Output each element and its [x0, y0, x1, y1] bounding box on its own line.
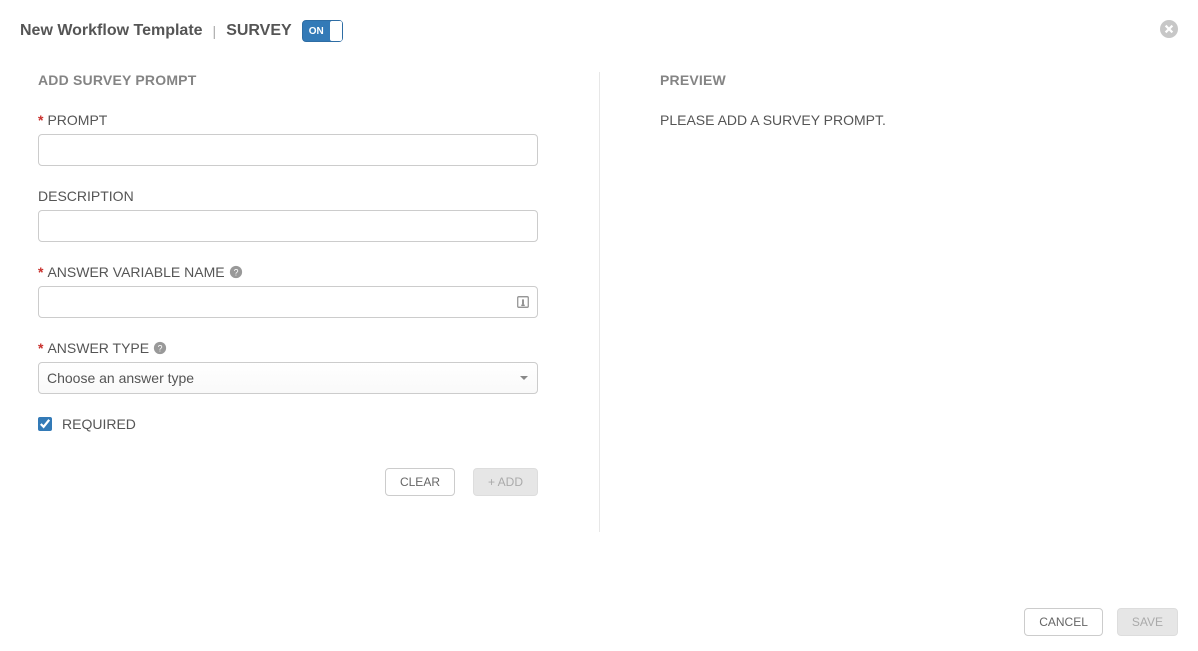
toggle-knob — [330, 21, 342, 41]
page-title: New Workflow Template — [20, 22, 203, 40]
prompt-field: * PROMPT — [38, 112, 559, 166]
answer-type-label: * ANSWER TYPE ? — [38, 340, 559, 356]
add-button[interactable]: + ADD — [473, 468, 538, 496]
form-column: ADD SURVEY PROMPT * PROMPT DESCRIPTION *… — [20, 72, 600, 532]
close-icon[interactable] — [1160, 20, 1178, 38]
help-icon[interactable]: ? — [229, 265, 243, 279]
svg-text:?: ? — [158, 344, 163, 354]
clear-button[interactable]: CLEAR — [385, 468, 455, 496]
footer-button-row: CANCEL SAVE — [1024, 608, 1178, 636]
required-checkbox[interactable] — [38, 417, 52, 431]
preview-empty-message: PLEASE ADD A SURVEY PROMPT. — [660, 112, 886, 128]
description-input[interactable] — [38, 210, 538, 242]
answer-type-field: * ANSWER TYPE ? Choose an answer type — [38, 340, 559, 394]
required-label: REQUIRED — [62, 416, 136, 432]
description-label: DESCRIPTION — [38, 188, 559, 204]
preview-column: PREVIEW PLEASE ADD A SURVEY PROMPT. — [600, 72, 886, 532]
answer-variable-field: * ANSWER VARIABLE NAME ? — [38, 264, 559, 318]
page-subtitle: SURVEY — [226, 22, 292, 40]
form-button-row: CLEAR + ADD — [38, 468, 538, 496]
help-icon[interactable]: ? — [153, 341, 167, 355]
content-area: ADD SURVEY PROMPT * PROMPT DESCRIPTION *… — [20, 72, 1178, 532]
required-star: * — [38, 264, 43, 280]
cancel-button[interactable]: CANCEL — [1024, 608, 1103, 636]
required-row: REQUIRED — [38, 416, 559, 432]
answer-type-select[interactable]: Choose an answer type — [38, 362, 538, 394]
prompt-label: * PROMPT — [38, 112, 559, 128]
answer-variable-label: * ANSWER VARIABLE NAME ? — [38, 264, 559, 280]
prompt-input[interactable] — [38, 134, 538, 166]
required-star: * — [38, 340, 43, 356]
toggle-label: ON — [303, 26, 330, 37]
svg-text:?: ? — [233, 268, 238, 278]
save-button[interactable]: SAVE — [1117, 608, 1178, 636]
survey-toggle[interactable]: ON — [302, 20, 343, 42]
description-field: DESCRIPTION — [38, 188, 559, 242]
answer-variable-input[interactable] — [38, 286, 538, 318]
breadcrumb-header: New Workflow Template | SURVEY ON — [20, 20, 1178, 42]
form-section-title: ADD SURVEY PROMPT — [38, 72, 559, 88]
preview-section-title: PREVIEW — [660, 72, 886, 88]
breadcrumb-separator: | — [213, 23, 217, 39]
required-star: * — [38, 112, 43, 128]
